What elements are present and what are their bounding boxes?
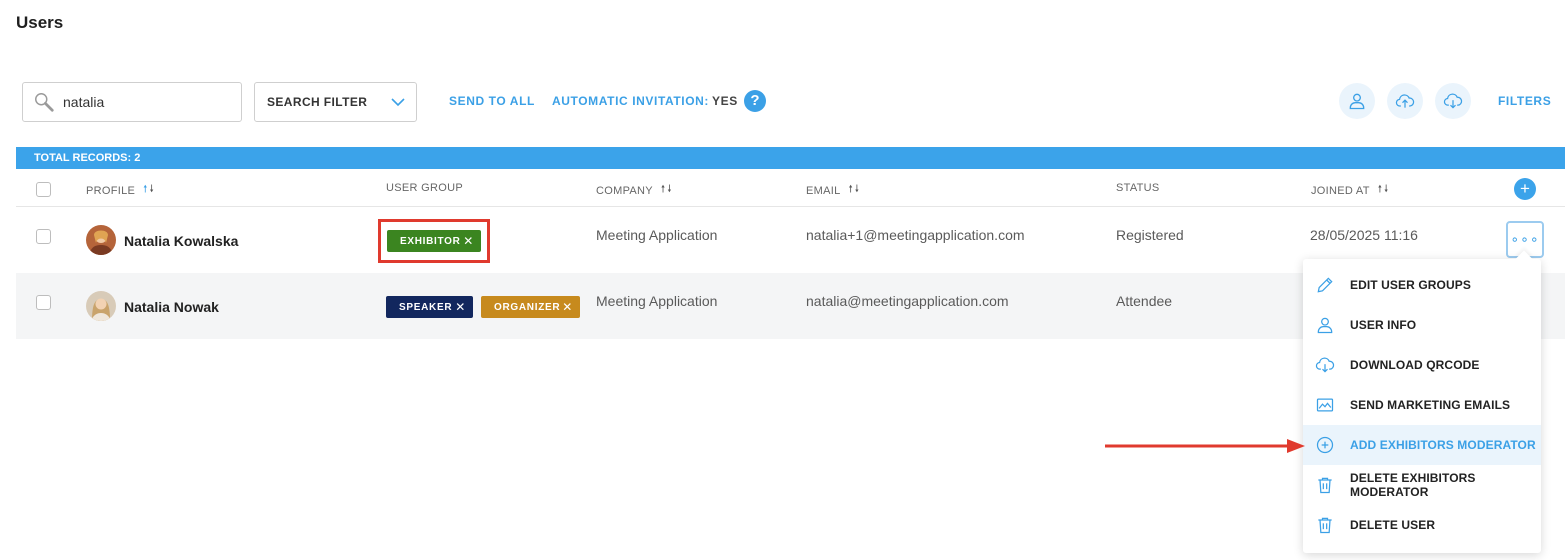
plus-circle-icon (1316, 436, 1334, 454)
company-cell: Meeting Application (596, 227, 718, 243)
search-box[interactable] (22, 82, 242, 122)
filters-button[interactable]: FILTERS (1498, 94, 1551, 108)
chevron-down-icon (391, 98, 405, 107)
column-joined-at[interactable]: JOINED AT 🠕🠗 (1311, 182, 1390, 199)
column-email[interactable]: EMAIL 🠕🠗 (806, 182, 861, 199)
download-button[interactable] (1435, 83, 1471, 119)
menu-item-label: DELETE USER (1350, 518, 1436, 532)
cloud-upload-icon (1395, 94, 1415, 108)
menu-item-label: EDIT USER GROUPS (1350, 278, 1471, 292)
menu-item-edit-user-groups[interactable]: EDIT USER GROUPS (1303, 265, 1541, 305)
column-profile[interactable]: PROFILE 🠕🠗 (86, 182, 156, 199)
user-group-tag-label: ORGANIZER (494, 301, 561, 313)
status-cell: Registered (1116, 227, 1184, 243)
user-group-tag: SPEAKER ✕ (386, 296, 473, 318)
total-records-bar: TOTAL RECORDS: 2 (16, 147, 1565, 169)
column-user-group: USER GROUP (386, 182, 463, 194)
cloud-download-icon (1315, 357, 1335, 373)
status-cell: Attendee (1116, 293, 1173, 309)
page-title: Users (16, 13, 64, 32)
sort-icon[interactable]: 🠕🠗 (849, 182, 862, 199)
column-status-label: STATUS (1116, 182, 1160, 194)
avatar (86, 291, 116, 321)
user-group-tag: ORGANIZER ✕ (481, 296, 580, 318)
menu-item-delete-exhibitors-moderator[interactable]: DELETE EXHIBITORS MODERATOR (1303, 465, 1541, 505)
automatic-invitation-value: YES (712, 94, 738, 108)
menu-item-delete-user[interactable]: DELETE USER (1303, 505, 1541, 545)
menu-item-label: DOWNLOAD QRCODE (1350, 358, 1480, 372)
column-profile-label: PROFILE (86, 184, 136, 197)
email-cell: natalia+1@meetingapplication.com (806, 227, 1025, 243)
column-user-group-label: USER GROUP (386, 182, 463, 194)
sort-icon[interactable]: 🠕🠗 (661, 182, 674, 199)
table-header: PROFILE 🠕🠗 USER GROUP COMPANY 🠕🠗 EMAIL 🠕… (16, 169, 1565, 207)
sort-icon[interactable]: 🠕🠗 (143, 182, 156, 199)
column-company[interactable]: COMPANY 🠕🠗 (596, 182, 674, 199)
company-cell: Meeting Application (596, 293, 718, 309)
search-icon (35, 93, 54, 112)
search-filter-select[interactable]: SEARCH FILTER (254, 82, 417, 122)
automatic-invitation-toggle[interactable]: AUTOMATIC INVITATION: YES (552, 94, 738, 108)
search-filter-label: SEARCH FILTER (267, 95, 368, 109)
user-name[interactable]: Natalia Nowak (124, 299, 219, 315)
user-group-tag-label: SPEAKER (399, 301, 453, 313)
menu-item-user-info[interactable]: USER INFO (1303, 305, 1541, 345)
help-icon[interactable]: ? (744, 90, 766, 112)
menu-item-label: USER INFO (1350, 318, 1417, 332)
trash-icon (1318, 517, 1332, 534)
menu-item-send-marketing-emails[interactable]: SEND MARKETING EMAILS (1303, 385, 1541, 425)
user-icon (1317, 317, 1333, 334)
cloud-download-icon (1443, 93, 1463, 109)
menu-item-label: ADD EXHIBITORS MODERATOR (1350, 438, 1536, 452)
search-input[interactable] (63, 94, 223, 110)
send-to-all-button[interactable]: SEND TO ALL (449, 94, 535, 108)
highlight-box (378, 219, 490, 263)
user-icon (1349, 93, 1365, 110)
avatar (86, 225, 116, 255)
close-icon[interactable]: ✕ (455, 300, 466, 314)
annotation-arrow-icon (1105, 439, 1305, 453)
row-checkbox[interactable] (36, 295, 51, 310)
sort-icon[interactable]: 🠕🠗 (1378, 182, 1391, 199)
joined-at-cell: 28/05/2025 11:16 (1310, 227, 1418, 243)
column-joined-at-label: JOINED AT (1311, 184, 1370, 197)
column-email-label: EMAIL (806, 184, 841, 197)
column-company-label: COMPANY (596, 184, 653, 197)
add-column-button[interactable]: + (1514, 178, 1536, 200)
row-actions-menu: EDIT USER GROUPS USER INFO DOWNLOAD QRCO… (1303, 250, 1541, 553)
close-icon[interactable]: ✕ (562, 300, 573, 314)
user-button[interactable] (1339, 83, 1375, 119)
pencil-icon (1317, 277, 1333, 293)
row-checkbox[interactable] (36, 229, 51, 244)
upload-button[interactable] (1387, 83, 1423, 119)
select-all-checkbox[interactable] (36, 182, 51, 197)
menu-item-download-qrcode[interactable]: DOWNLOAD QRCODE (1303, 345, 1541, 385)
automatic-invitation-label: AUTOMATIC INVITATION: (552, 94, 710, 108)
email-cell: natalia@meetingapplication.com (806, 293, 1009, 309)
menu-item-add-exhibitors-moderator[interactable]: ADD EXHIBITORS MODERATOR (1303, 425, 1541, 465)
image-icon (1316, 398, 1334, 412)
user-name[interactable]: Natalia Kowalska (124, 233, 238, 249)
column-status: STATUS (1116, 182, 1160, 194)
menu-item-label: SEND MARKETING EMAILS (1350, 398, 1511, 412)
trash-icon (1318, 477, 1332, 494)
menu-item-label: DELETE EXHIBITORS MODERATOR (1350, 471, 1476, 499)
